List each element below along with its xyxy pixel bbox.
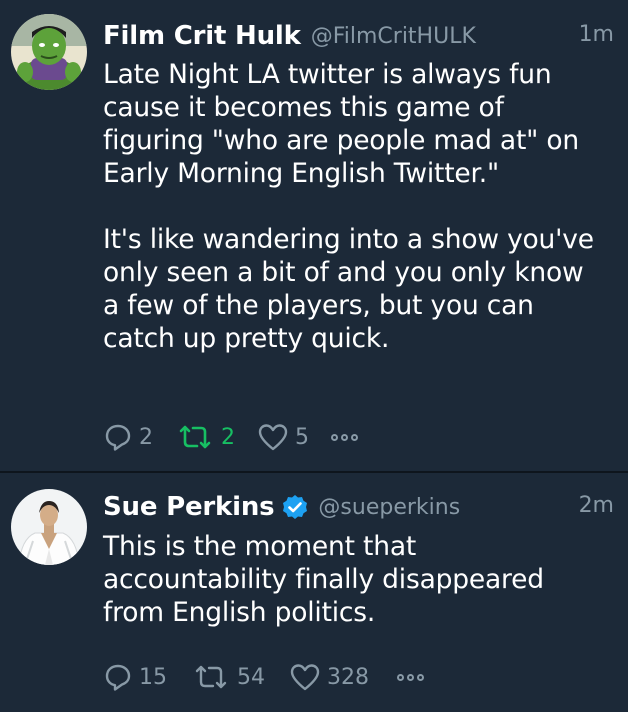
tweet-actions: 15 54 328 [103, 660, 424, 694]
more-options-icon[interactable] [397, 673, 424, 681]
like-count: 5 [295, 424, 309, 450]
tweet-text: This is the moment that accountability f… [103, 531, 544, 628]
tweet[interactable]: Film Crit Hulk @FilmCritHULK 1m Late Nig… [0, 0, 628, 471]
retweet-count: 2 [221, 424, 235, 450]
reply-count: 15 [139, 664, 167, 690]
dot [331, 433, 338, 441]
retweet-icon [179, 425, 211, 449]
heart-icon [258, 424, 288, 451]
hulk-avatar[interactable] [11, 14, 87, 90]
more-options-icon[interactable] [331, 433, 358, 441]
dot [397, 673, 404, 681]
woman-white-jacket-avatar[interactable] [11, 489, 87, 565]
reply-icon [105, 664, 131, 691]
reply-icon [105, 424, 131, 451]
tweet-header: Sue Perkins @sueperkins 2m [103, 489, 614, 525]
dot [417, 673, 424, 681]
reply-button[interactable]: 15 [103, 662, 167, 692]
retweet-button[interactable]: 54 [191, 662, 265, 692]
retweet-button[interactable]: 2 [175, 422, 235, 452]
retweet-count: 54 [237, 664, 265, 690]
timestamp[interactable]: 1m [579, 22, 614, 47]
display-name[interactable]: Film Crit Hulk [103, 21, 301, 51]
tweet-actions: 2 2 5 [103, 420, 358, 454]
user-handle[interactable]: @sueperkins [318, 495, 460, 520]
tweet-text: Late Night LA twitter is always fun caus… [103, 59, 594, 354]
reply-count: 2 [139, 424, 153, 450]
timestamp[interactable]: 2m [579, 493, 614, 518]
dot [407, 673, 414, 681]
reply-button[interactable]: 2 [103, 422, 153, 452]
heart-icon [290, 664, 320, 691]
like-count: 328 [327, 664, 369, 690]
retweet-icon [195, 665, 227, 689]
like-button[interactable]: 5 [257, 422, 309, 452]
dot [341, 433, 348, 441]
like-button[interactable]: 328 [289, 662, 369, 692]
display-name[interactable]: Sue Perkins [103, 492, 275, 522]
verified-badge-icon [283, 495, 308, 519]
user-handle[interactable]: @FilmCritHULK [311, 24, 476, 49]
tweet-header: Film Crit Hulk @FilmCritHULK 1m [103, 18, 614, 54]
dot [351, 433, 358, 441]
tweet[interactable]: Sue Perkins @sueperkins 2m This is the m… [0, 473, 628, 712]
